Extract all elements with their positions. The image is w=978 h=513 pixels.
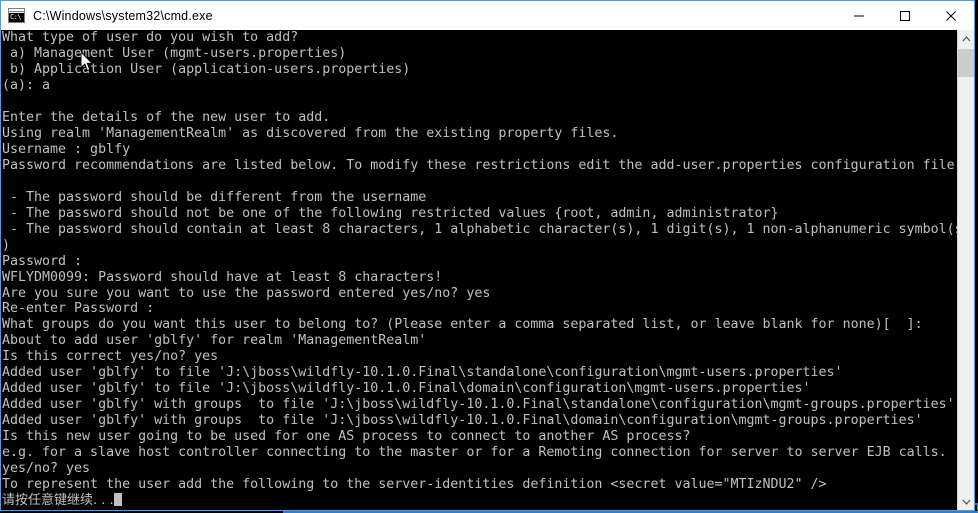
console-line: To represent the user add the following … [2, 477, 827, 493]
scroll-up-button[interactable] [958, 30, 974, 47]
console-line: Using realm 'ManagementRealm' as discove… [2, 125, 619, 141]
cmd-icon: C:\ [8, 8, 25, 23]
console-line: ) [2, 237, 11, 253]
console-line: Password recommendations are listed belo… [2, 157, 957, 173]
close-icon [945, 10, 957, 22]
chevron-down-icon [962, 499, 970, 505]
console-line: Is this correct yes/no? yes [2, 349, 219, 365]
chevron-up-icon [962, 35, 970, 41]
console-line: (a): a [2, 77, 51, 93]
minimize-button[interactable] [836, 1, 882, 30]
cmd-icon-titlestrip [9, 9, 24, 12]
console-body[interactable]: What type of user do you wish to add? a)… [1, 30, 974, 510]
titlebar[interactable]: C:\ C:\Windows\system32\cmd.exe [1, 1, 974, 30]
console-line: Password : [2, 253, 83, 269]
console-line: What groups do you want this user to bel… [2, 317, 923, 333]
screen: - The password should not be one of the … [0, 0, 978, 513]
console-line: Is this new user going to be used for on… [2, 429, 691, 445]
console-line: a) Management User (mgmt-users.propertie… [2, 45, 347, 61]
console-line: - The password should not be one of the … [2, 205, 779, 221]
console-line: e.g. for a slave host controller connect… [2, 445, 947, 461]
console-line: b) Application User (application-users.p… [2, 61, 411, 77]
scroll-down-button[interactable] [958, 493, 974, 510]
console-line: Added user 'gblfy' to file 'J:\jboss\wil… [2, 381, 811, 397]
maximize-button[interactable] [882, 1, 928, 30]
console-line: WFLYDM0099: Password should have at leas… [2, 269, 443, 285]
vertical-scrollbar[interactable] [957, 30, 974, 510]
window-title: C:\Windows\system32\cmd.exe [33, 8, 213, 23]
maximize-icon [899, 10, 911, 22]
console-line: Username : gblfy [2, 141, 131, 157]
cmd-icon-prompt: C:\ [9, 13, 24, 22]
console-output[interactable]: What type of user do you wish to add? a)… [1, 30, 957, 510]
cmd-window: C:\ C:\Windows\system32\cmd.exe What typ… [0, 0, 975, 511]
minimize-icon [853, 10, 865, 22]
console-prompt-line: 请按任意键继续. . . [2, 493, 957, 509]
console-line: Are you sure you want to use the passwor… [2, 285, 491, 301]
console-line: - The password should contain at least 8… [2, 221, 957, 237]
console-line: - The password should be different from … [2, 189, 427, 205]
scrollbar-track[interactable] [958, 47, 974, 493]
console-prompt-text: 请按任意键继续. . . [2, 493, 114, 509]
console-line: Enter the details of the new user to add… [2, 109, 331, 125]
console-line: Added user 'gblfy' with groups to file '… [2, 413, 923, 429]
scrollbar-thumb[interactable] [958, 49, 974, 77]
console-line: Added user 'gblfy' to file 'J:\jboss\wil… [2, 365, 843, 381]
text-cursor [113, 493, 122, 507]
console-line: What type of user do you wish to add? [2, 30, 299, 45]
console-line: yes/no? yes [2, 461, 91, 477]
console-line: Re-enter Password : [2, 301, 155, 317]
console-line: Added user 'gblfy' with groups to file '… [2, 397, 955, 413]
console-line: About to add user 'gblfy' for realm 'Man… [2, 333, 427, 349]
close-button[interactable] [928, 1, 974, 30]
